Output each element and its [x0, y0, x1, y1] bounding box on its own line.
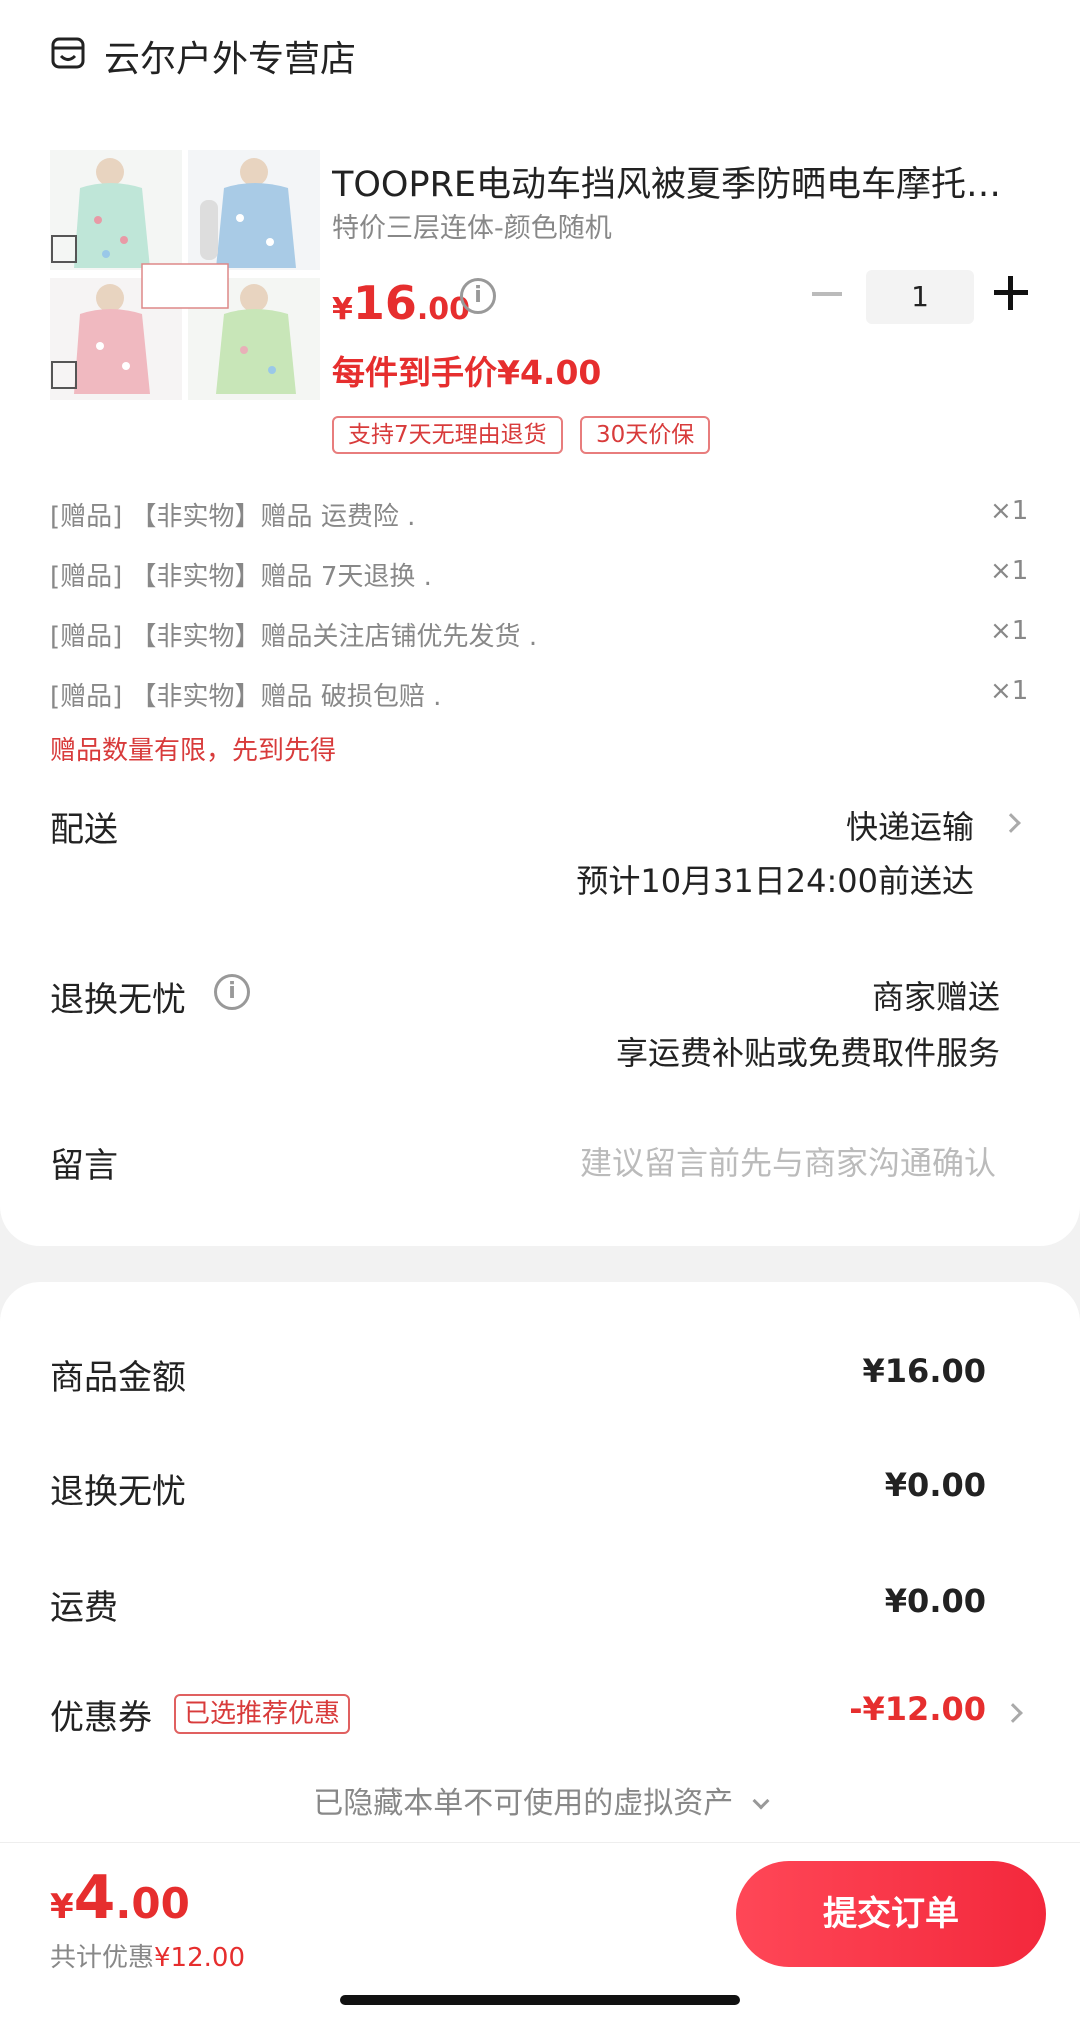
hidden-assets-toggle[interactable]: 已隐藏本单不可使用的虚拟资产 [0, 1778, 1080, 1822]
shipping-value: ¥0.00 [884, 1582, 986, 1620]
store-name[interactable]: 云尔户外专营店 [104, 30, 356, 82]
total-discount: 共计优惠¥12.00 [50, 1943, 245, 1973]
gift-item: [赠品] 【非实物】赠品关注店铺优先发货 . [50, 622, 538, 652]
price-info-icon[interactable]: i [460, 278, 496, 314]
quantity-increase-button[interactable] [994, 276, 1028, 310]
gift-item: [赠品] 【非实物】赠品 7天退换 . [50, 562, 432, 592]
total-price: ¥4.00 [50, 1863, 190, 1933]
gift-count: ×1 [990, 616, 1029, 646]
delivery-method[interactable]: 快递运输 [846, 802, 974, 848]
hidden-assets-text: 已隐藏本单不可使用的虚拟资产 [313, 1786, 734, 1821]
checkout-bar: ¥4.00 共计优惠¥12.00 提交订单 [0, 1842, 1080, 2024]
coupon-label: 优惠券 [50, 1698, 152, 1738]
quantity-decrease-button[interactable] [812, 292, 842, 296]
message-input[interactable]: 建议留言前先与商家沟通确认 [580, 1138, 996, 1184]
product-spec[interactable]: 特价三层连体-颜色随机 [332, 206, 612, 245]
return-service-provider: 商家赠送 [871, 978, 1000, 1016]
store-icon [51, 37, 85, 69]
home-indicator[interactable] [340, 1995, 740, 2005]
return-service-label: 退换无忧 [50, 980, 186, 1020]
coupon-badge: 已选推荐优惠 [174, 1694, 351, 1734]
return-service-desc: 享运费补贴或免费取件服务 [615, 1034, 1000, 1072]
submit-order-button[interactable]: 提交订单 [736, 1861, 1046, 1967]
gift-notice: 赠品数量有限，先到先得 [50, 736, 337, 766]
unit-price: 每件到手价¥4.00 [332, 353, 602, 392]
order-card: 云尔户外专营店 TOOPRE电动车挡风被夏季防晒电车摩托… 特价三层连体-颜色随… [0, 0, 1080, 1246]
gift-count: ×1 [990, 496, 1029, 526]
gift-count: ×1 [990, 556, 1029, 586]
chevron-right-icon[interactable] [1001, 813, 1021, 833]
product-title[interactable]: TOOPRE电动车挡风被夏季防晒电车摩托… [332, 156, 1032, 207]
product-price: ¥16.00 [332, 276, 471, 330]
tag-price-protection: 30天价保 [580, 416, 711, 454]
goods-amount-value: ¥16.00 [862, 1352, 986, 1390]
gift-item: [赠品] 【非实物】赠品 破损包赔 . [50, 682, 442, 712]
return-fee-value: ¥0.00 [884, 1466, 986, 1504]
return-info-icon[interactable]: i [214, 974, 250, 1010]
delivery-eta: 预计10月31日24:00前送达 [576, 862, 974, 900]
return-fee-label: 退换无忧 [50, 1472, 186, 1512]
message-label: 留言 [50, 1146, 118, 1186]
chevron-down-icon [752, 1792, 770, 1810]
gift-count: ×1 [990, 676, 1029, 706]
delivery-label: 配送 [50, 810, 118, 850]
tag-return-policy: 支持7天无理由退货 [332, 416, 563, 454]
goods-amount-label: 商品金额 [50, 1358, 186, 1398]
shipping-label: 运费 [50, 1588, 118, 1628]
product-image[interactable] [50, 150, 320, 400]
gift-item: [赠品] 【非实物】赠品 运费险 . [50, 502, 416, 532]
quantity-input[interactable]: 1 [866, 270, 974, 324]
coupon-value[interactable]: -¥12.00 [849, 1690, 986, 1728]
